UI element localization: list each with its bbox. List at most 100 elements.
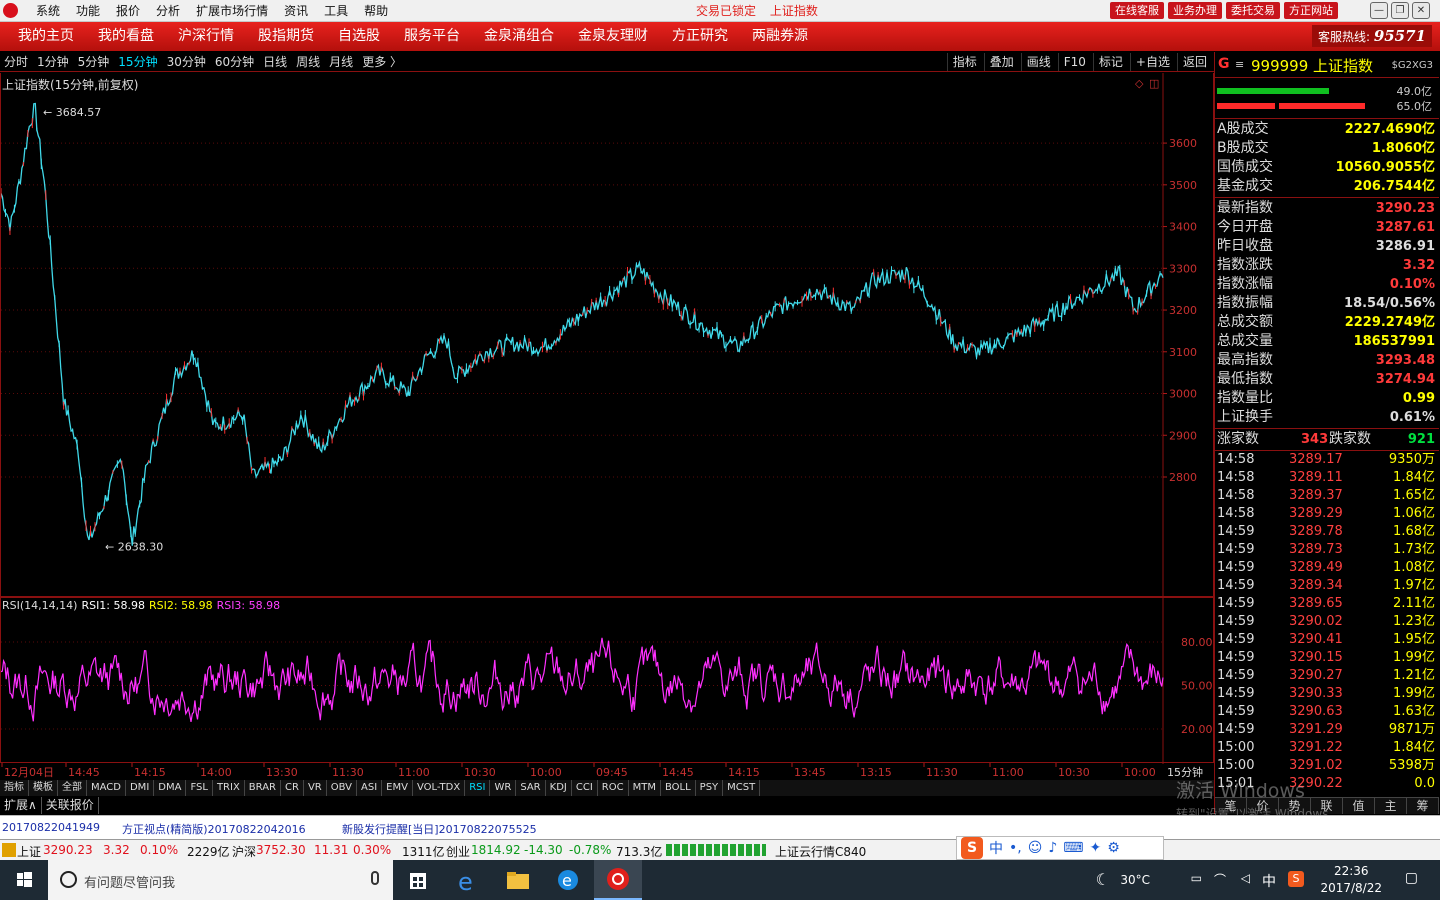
indicator-tab-vr[interactable]: VR xyxy=(304,780,327,796)
indicator-tab-mcst[interactable]: MCST xyxy=(723,780,761,796)
menu-item-system[interactable]: 系统 xyxy=(28,0,68,22)
nav-portfolio[interactable]: 金泉涌组合 xyxy=(472,22,566,51)
indicator-tab-[interactable]: 全部 xyxy=(58,780,87,796)
business-button[interactable]: 业务办理 xyxy=(1168,2,1222,19)
period-tab-day[interactable]: 日线 xyxy=(263,52,287,72)
nav-margin[interactable]: 两融券源 xyxy=(740,22,820,51)
indicator-tab-cci[interactable]: CCI xyxy=(572,780,598,796)
nav-watchlist[interactable]: 自选股 xyxy=(326,22,392,51)
tick-row[interactable]: 14:59 3289.49 1.08亿 xyxy=(1217,559,1437,577)
period-tab-week[interactable]: 周线 xyxy=(296,52,320,72)
tool-indicator-button[interactable]: 指标 xyxy=(946,53,982,71)
edge-icon[interactable]: e xyxy=(444,860,492,900)
tick-row[interactable]: 14:58 3289.37 1.65亿 xyxy=(1217,487,1437,505)
windows-start-icon[interactable] xyxy=(0,860,48,900)
indicator-tab-dma[interactable]: DMA xyxy=(154,780,187,796)
nav-market[interactable]: 沪深行情 xyxy=(166,22,246,51)
website-button[interactable]: 方正网站 xyxy=(1284,2,1338,19)
sogou-tray-icon[interactable]: S xyxy=(1288,871,1304,887)
g-icon[interactable]: G xyxy=(1218,56,1230,72)
menu-item-help[interactable]: 帮助 xyxy=(356,0,396,22)
punct-icon[interactable]: •, xyxy=(1009,840,1022,856)
tick-row[interactable]: 14:58 3289.17 9350万 xyxy=(1217,451,1437,469)
indicator-tab-sar[interactable]: SAR xyxy=(516,780,546,796)
expand-tab[interactable]: 扩展∧ xyxy=(0,797,42,814)
menu-item-function[interactable]: 功能 xyxy=(68,0,108,22)
battery-icon[interactable]: ▭ xyxy=(1191,871,1202,885)
nav-my-watch[interactable]: 我的看盘 xyxy=(86,22,166,51)
store-icon[interactable] xyxy=(394,860,442,900)
price-chart-svg[interactable]: 3600 3500 3400 3300 3200 3100 3000 2900 2800 ← 36… xyxy=(0,73,1215,597)
tick-row[interactable]: 14:59 3290.15 1.99亿 xyxy=(1217,649,1437,667)
indicator-tab-kdj[interactable]: KDJ xyxy=(546,780,572,796)
news-item[interactable]: 20170822041949 xyxy=(2,821,100,834)
indicator-tab-macd[interactable]: MACD xyxy=(87,780,126,796)
indicator-tab-rsi[interactable]: RSI xyxy=(465,780,491,796)
period-tab-more[interactable]: 更多 〉 xyxy=(362,52,402,72)
skin-icon[interactable]: ✦ xyxy=(1089,840,1101,856)
period-tab-15min[interactable]: 15分钟 xyxy=(118,52,157,72)
sogou-icon[interactable]: S xyxy=(961,837,983,859)
tick-row[interactable]: 14:59 3289.34 1.97亿 xyxy=(1217,577,1437,595)
indicator-tab-brar[interactable]: BRAR xyxy=(245,780,281,796)
news-item[interactable]: 新股发行提醒[当日]20170822075525 xyxy=(342,821,537,837)
cy-label[interactable]: 创业 xyxy=(446,843,470,860)
settings-icon[interactable]: ⚙ xyxy=(1107,840,1120,856)
indicator-tab-mtm[interactable]: MTM xyxy=(629,780,661,796)
hs-label[interactable]: 沪深 xyxy=(232,843,256,860)
nav-home[interactable]: 我的主页 xyxy=(6,22,86,51)
menu-icon[interactable]: ≡ xyxy=(1235,58,1244,71)
notification-icon[interactable]: ▢ xyxy=(1405,870,1418,886)
nav-futures[interactable]: 股指期货 xyxy=(246,22,326,51)
tick-row[interactable]: 14:59 3289.65 2.11亿 xyxy=(1217,595,1437,613)
indicator-tab-[interactable]: 指标 xyxy=(0,780,29,796)
indicator-tab-boll[interactable]: BOLL xyxy=(661,780,696,796)
indicator-tab-emv[interactable]: EMV xyxy=(382,780,413,796)
tool-back-button[interactable]: 返回 xyxy=(1176,53,1212,71)
period-tab-30min[interactable]: 30分钟 xyxy=(167,52,206,72)
indicator-tab-asi[interactable]: ASI xyxy=(357,780,383,796)
volume-icon[interactable]: ◁ xyxy=(1241,871,1250,885)
period-tab-timeshare[interactable]: 分时 xyxy=(4,52,28,72)
tick-row[interactable]: 14:59 3290.33 1.99亿 xyxy=(1217,685,1437,703)
indicator-tab-dmi[interactable]: DMI xyxy=(126,780,155,796)
news-item[interactable]: 方正视点(精简版)20170822042016 xyxy=(122,821,306,837)
tick-row[interactable]: 14:59 3291.29 9871万 xyxy=(1217,721,1437,739)
indicator-tab-fsl[interactable]: FSL xyxy=(186,780,213,796)
nav-finance[interactable]: 金泉友理财 xyxy=(566,22,660,51)
input-method-indicator[interactable]: 中 xyxy=(1262,871,1276,891)
period-tab-month[interactable]: 月线 xyxy=(329,52,353,72)
tool-overlay-button[interactable]: 叠加 xyxy=(983,53,1019,71)
tick-row[interactable]: 14:59 3289.78 1.68亿 xyxy=(1217,523,1437,541)
indicator-tab-roc[interactable]: ROC xyxy=(598,780,629,796)
ie-icon[interactable]: e xyxy=(544,860,592,900)
minimize-icon[interactable]: — xyxy=(1370,2,1388,19)
menu-item-quote[interactable]: 报价 xyxy=(108,0,148,22)
period-tab-1min[interactable]: 1分钟 xyxy=(37,52,69,72)
restore-icon[interactable]: ❐ xyxy=(1391,2,1409,19)
keyboard-icon[interactable]: ⌨ xyxy=(1063,840,1083,856)
tab-value[interactable]: 值 xyxy=(1343,798,1375,814)
related-quote-tab[interactable]: 关联报价 xyxy=(42,797,99,814)
menu-item-analysis[interactable]: 分析 xyxy=(148,0,188,22)
network-icon[interactable]: ⌒ xyxy=(1214,871,1226,888)
indicator-tab-cr[interactable]: CR xyxy=(281,780,304,796)
tick-row[interactable]: 14:59 3289.73 1.73亿 xyxy=(1217,541,1437,559)
weather-icon[interactable]: ☾ xyxy=(1096,870,1110,889)
tick-row[interactable]: 14:59 3290.02 1.23亿 xyxy=(1217,613,1437,631)
close-icon[interactable]: ✕ xyxy=(1412,2,1430,19)
trading-app-taskbar-icon[interactable] xyxy=(594,860,642,900)
indicator-tab-wr[interactable]: WR xyxy=(490,780,517,796)
tool-draw-button[interactable]: 画线 xyxy=(1020,53,1056,71)
period-tab-5min[interactable]: 5分钟 xyxy=(78,52,110,72)
emoji-icon[interactable]: ☺ xyxy=(1028,840,1043,856)
tab-main[interactable]: 主 xyxy=(1375,798,1407,814)
indicator-tab-psy[interactable]: PSY xyxy=(696,780,724,796)
clock[interactable]: 22:36 2017/8/22 xyxy=(1320,863,1382,897)
menu-item-tools[interactable]: 工具 xyxy=(316,0,356,22)
tool-mark-button[interactable]: 标记 xyxy=(1092,53,1128,71)
tick-row[interactable]: 15:00 3291.22 1.84亿 xyxy=(1217,739,1437,757)
tick-row[interactable]: 14:59 3290.63 1.63亿 xyxy=(1217,703,1437,721)
rsi-panel[interactable]: 80.00 50.00 20.00 xyxy=(0,597,1214,764)
ime-lang[interactable]: 中 xyxy=(989,838,1003,858)
